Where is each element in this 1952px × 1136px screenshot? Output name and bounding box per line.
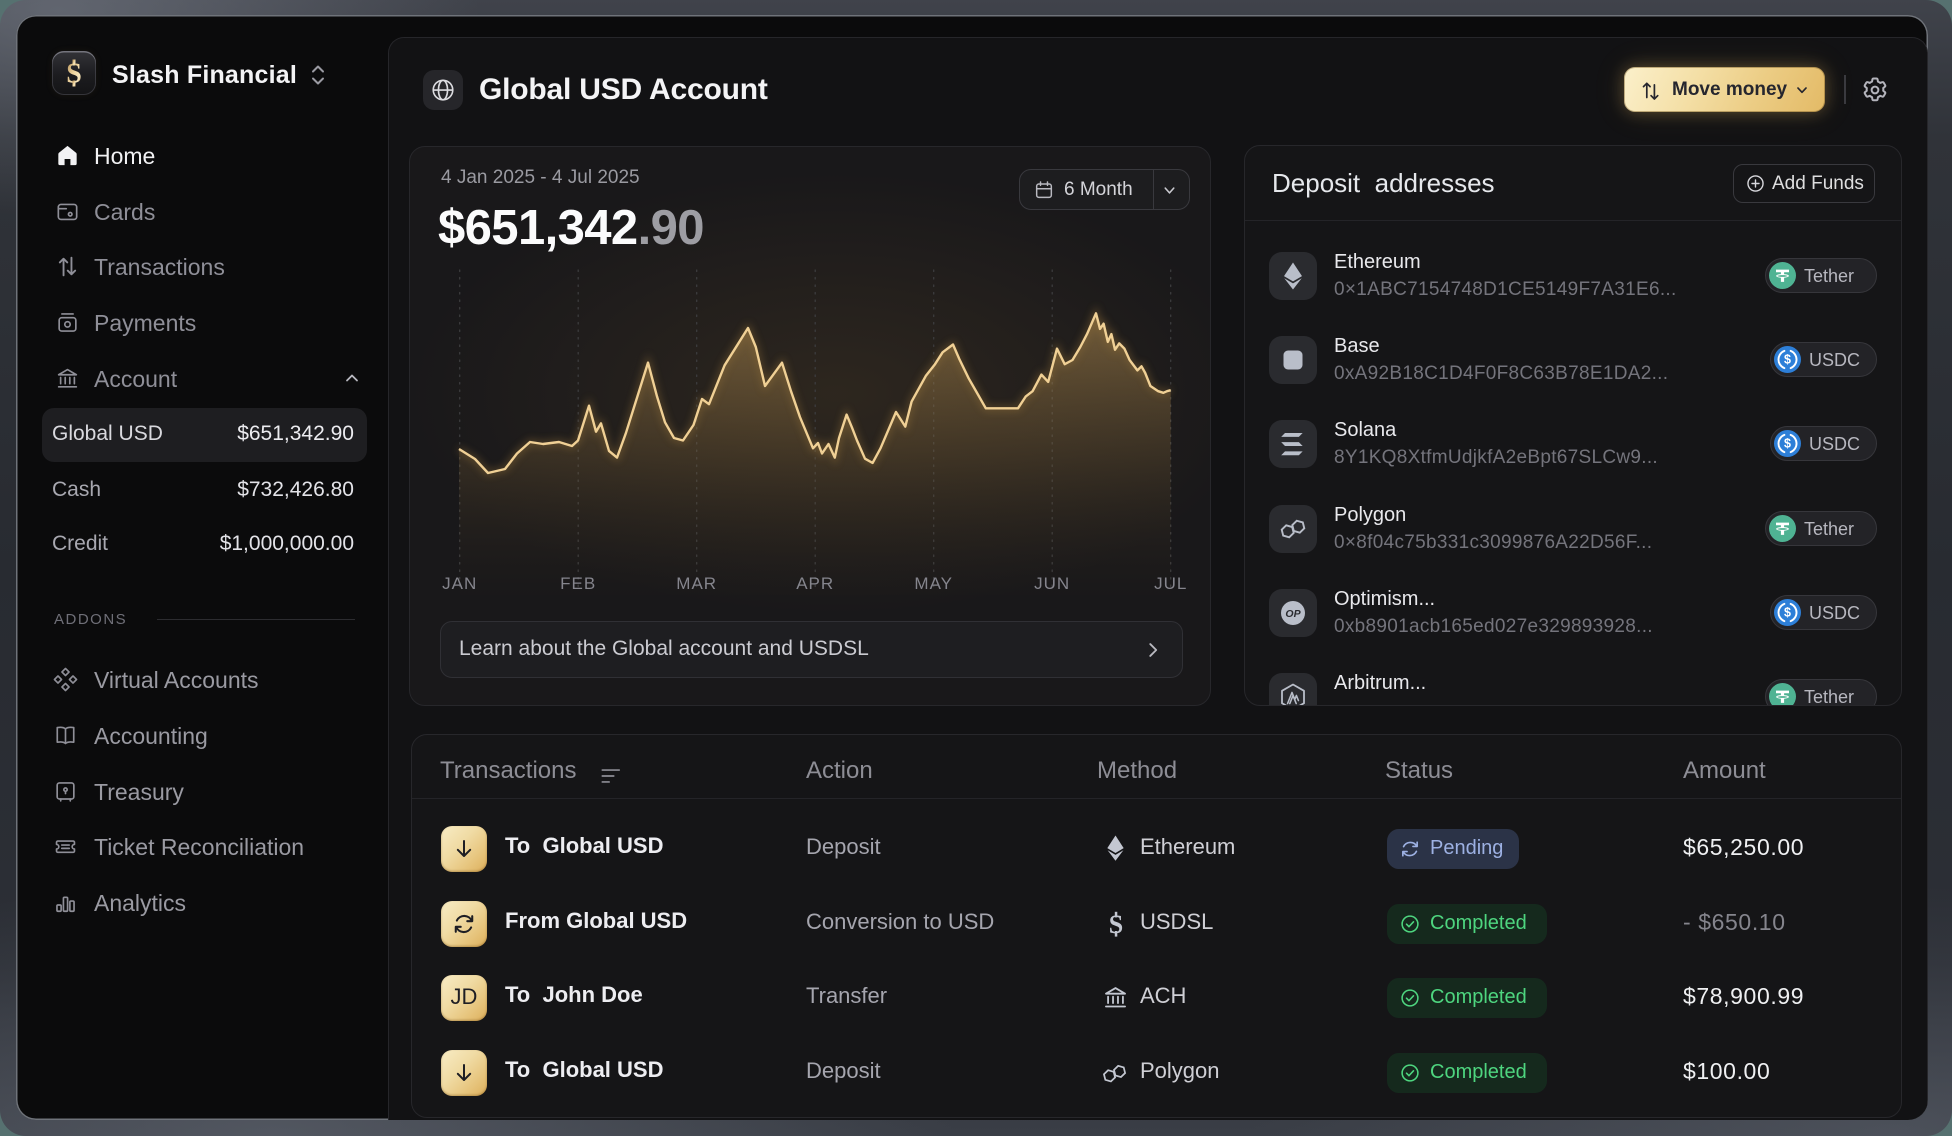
svg-text:OP: OP (1285, 608, 1301, 620)
svg-text:APR: APR (796, 574, 834, 593)
svg-text:MAY: MAY (914, 574, 953, 593)
svg-text:MAR: MAR (676, 574, 717, 593)
svg-text:JUN: JUN (1034, 574, 1070, 593)
svg-text:FEB: FEB (560, 574, 596, 593)
svg-text:JAN: JAN (442, 574, 477, 593)
svg-text:JUL: JUL (1154, 574, 1187, 593)
